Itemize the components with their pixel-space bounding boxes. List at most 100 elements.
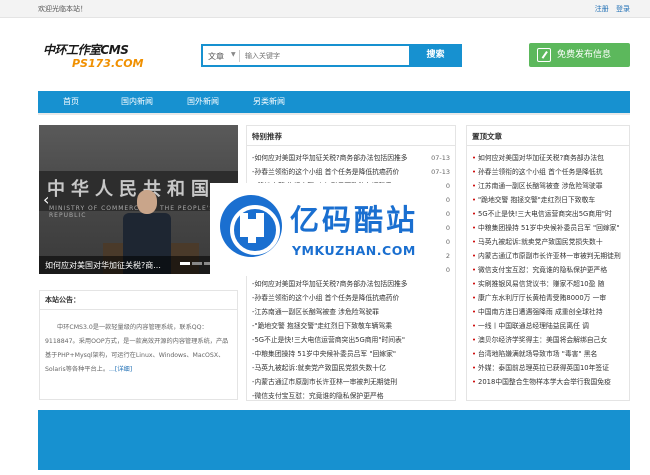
- site-notice: 本站公告： 中环CMS3.0是一款轻量级的内容管理系统，联系QQ：9118847…: [39, 290, 238, 400]
- list-item[interactable]: 台湾地陷嫌满就场导致市场 "毒害" 黑名: [472, 347, 624, 361]
- list-item-title: -如何应对美国对华加征关税?商务部办法包括因推多: [252, 154, 408, 162]
- list-item-title: -孙春兰领衔的这个小组 首个任务是降低抗癌药价: [252, 294, 400, 302]
- search-button[interactable]: 搜索: [409, 44, 462, 67]
- slider-dot[interactable]: [192, 262, 202, 265]
- list-item-title: -孙春兰领衔的这个小组 首个任务是降低抗癌药价: [252, 168, 400, 176]
- login-link[interactable]: 登录: [616, 5, 630, 13]
- nav-underline: [38, 113, 630, 115]
- list-item[interactable]: 5G不止是快!三大电信运营商突出5G商用"时: [472, 207, 624, 221]
- list-item-title: 5G不止是快!三大电信运营商突出5G商用"时: [472, 207, 624, 221]
- list-item-title: 中粮集团操持 51岁中央候补委员吕军 "回嫁家": [472, 221, 624, 235]
- list-item-title: 中国南方连日遭遇强降雨 成重创全球社持: [472, 305, 624, 319]
- list-item[interactable]: 澳贝尔经济学奖得主：美国将会解绑自己女: [472, 333, 624, 347]
- slider-dot[interactable]: [180, 262, 190, 265]
- list-item-title: -如何应对美国对华加征关税?商务部办法包括因推多: [252, 280, 408, 288]
- top-articles-title: 置顶文章: [472, 132, 502, 141]
- search-divider: [239, 50, 240, 62]
- list-item-title: 台湾地陷嫌满就场导致市场 "毒害" 黑名: [472, 347, 624, 361]
- auth-links: 注册 登录: [590, 4, 630, 14]
- list-item[interactable]: -"跪地交警 抱拯交警"走红烈日下致敬车辆驾乘: [252, 319, 450, 333]
- chevron-left-icon[interactable]: ‹: [43, 190, 49, 209]
- list-item-title: -5G不止是快!三大电信运营商突出5G商用"时间表": [252, 336, 405, 344]
- list-item[interactable]: 马英九被起诉:就卖党产致国民党损失数十: [472, 235, 624, 249]
- main-nav: 首页 国内新闻 国外新闻 另类新闻: [38, 91, 630, 113]
- list-item-title: 马英九被起诉:就卖党产致国民党损失数十: [472, 235, 624, 249]
- check-square-icon: [537, 48, 551, 62]
- watermark-en: YMKUZHAN.COM: [292, 243, 416, 258]
- list-item[interactable]: -孙春兰领衔的这个小组 首个任务是降低抗癌药价: [252, 291, 450, 305]
- list-item-title: 微信支付宝互怼：究竟谁的隐私保护更严格: [472, 263, 624, 277]
- notice-more-link[interactable]: ...[详细]: [109, 366, 132, 373]
- list-item-title: -"跪地交警 抱拯交警"走红烈日下致敬车辆驾乘: [252, 322, 393, 330]
- list-item[interactable]: 江苏南通一副区长酗驾被查 涉危险驾驶罪: [472, 179, 624, 193]
- list-item[interactable]: 内蒙古通辽市原副市长许亚林一审被判无期徒刑: [472, 249, 624, 263]
- list-item[interactable]: -马英九被起诉:就卖党产致国民党损失数十亿: [252, 361, 450, 375]
- nav-item-home[interactable]: 首页: [38, 91, 104, 113]
- list-item-title: 孙春兰领衔的这个小组 首个任务是降低抗: [472, 165, 624, 179]
- welcome-text: 欢迎光临本站！: [38, 5, 87, 13]
- publish-button[interactable]: 免费发布信息: [529, 43, 630, 67]
- list-item[interactable]: -江苏南通一副区长酗驾被查 涉危险驾驶罪: [252, 305, 450, 319]
- list-item[interactable]: 2018中国整合生物样本学大会举行我国免疫: [472, 375, 624, 389]
- list-item-title: -马英九被起诉:就卖党产致国民党损失数十亿: [252, 364, 386, 372]
- slider-dots: [178, 259, 214, 267]
- list-item-title: 江苏南通一副区长酗驾被查 涉危险驾驶罪: [472, 179, 624, 193]
- list-item[interactable]: -内蒙古通辽市原副市长许亚林一审被判无期徒刑: [252, 375, 450, 389]
- list-item-title: 一线丨中国联通总经理陆益民离任 调: [472, 319, 624, 333]
- nav-item-international[interactable]: 国外新闻: [170, 91, 236, 113]
- featured-title: 特别推荐: [252, 132, 282, 141]
- list-item-title: 如何应对美国对华加征关税?商务部办法包: [472, 151, 624, 165]
- nav-item-domestic[interactable]: 国内新闻: [104, 91, 170, 113]
- search-category-select[interactable]: 文章: [208, 51, 224, 62]
- list-item[interactable]: 一线丨中国联通总经理陆益民离任 调: [472, 319, 624, 333]
- search-input[interactable]: [245, 49, 405, 63]
- list-item[interactable]: 实刷推银风易信贷议书：赚家不超10盈 随: [472, 277, 624, 291]
- chevron-down-icon[interactable]: ▼: [231, 51, 236, 58]
- top-articles-list: 如何应对美国对华加征关税?商务部办法包孙春兰领衔的这个小组 首个任务是降低抗江苏…: [472, 151, 624, 389]
- list-item-title: "跪地交警 抱拯交警"走红烈日下致敬车: [472, 193, 624, 207]
- list-item[interactable]: -微信支付宝互怼：究竟谁的隐私保护更严格: [252, 389, 450, 403]
- notice-text: 中环CMS3.0是一款轻量级的内容管理系统，联系QQ：9118847。采用OOP…: [45, 324, 229, 373]
- list-item[interactable]: -如何应对美国对华加征关税?商务部办法包括因推多: [252, 277, 450, 291]
- site-logo[interactable]: 中环工作室CMS PS173.COM: [43, 41, 144, 70]
- watermark-logo: 亿码酷站 YMKUZHAN.COM: [210, 183, 446, 276]
- list-item[interactable]: "跪地交警 抱拯交警"走红烈日下致敬车: [472, 193, 624, 207]
- ymkuzhan-logo-icon: [220, 195, 282, 257]
- slide-person-head: [137, 190, 157, 214]
- notice-divider: [40, 309, 237, 310]
- list-item-title: 外媒：泰国前总理英拉已获得英国10年签证: [472, 361, 624, 375]
- list-item[interactable]: 康广东水利厅厅长黄柏青受贿8000万 一审: [472, 291, 624, 305]
- list-item-title: -中粮集团操持 51岁中央候补委员吕军 "回嫁家": [252, 350, 397, 358]
- nav-item-other[interactable]: 另类新闻: [236, 91, 302, 113]
- list-item[interactable]: 中国南方连日遭遇强降雨 成重创全球社持: [472, 305, 624, 319]
- list-item-title: -江苏南通一副区长酗驾被查 涉危险驾驶罪: [252, 308, 379, 316]
- list-item[interactable]: 外媒：泰国前总理英拉已获得英国10年签证: [472, 361, 624, 375]
- list-item-title: 康广东水利厅厅长黄柏青受贿8000万 一审: [472, 291, 624, 305]
- top-articles-divider: [467, 145, 629, 146]
- publish-label: 免费发布信息: [557, 50, 612, 60]
- list-item[interactable]: -孙春兰领衔的这个小组 首个任务是降低抗癌药价 07-13: [252, 165, 450, 179]
- logo-domain: PS173.COM: [72, 57, 144, 70]
- list-item[interactable]: 如何应对美国对华加征关税?商务部办法包: [472, 151, 624, 165]
- list-item[interactable]: 中粮集团操持 51岁中央候补委员吕军 "回嫁家": [472, 221, 624, 235]
- notice-body: 中环CMS3.0是一款轻量级的内容管理系统，联系QQ：9118847。采用OOP…: [45, 321, 233, 377]
- list-item[interactable]: -如何应对美国对华加征关税?商务部办法包括因推多 07-13: [252, 151, 450, 165]
- logo-title: 中环工作室CMS: [43, 43, 129, 57]
- search-bar: 文章 ▼ 搜索: [201, 44, 462, 67]
- slide-caption-text: 如何应对美国对华加征关税?商...: [45, 261, 161, 270]
- list-item[interactable]: 微信支付宝互怼：究竟谁的隐私保护更严格: [472, 263, 624, 277]
- image-slider[interactable]: 中华人民共和国 MINISTRY OF COMMERCE OF THE PEOP…: [39, 125, 238, 274]
- register-link[interactable]: 注册: [595, 5, 609, 13]
- list-item[interactable]: -中粮集团操持 51岁中央候补委员吕军 "回嫁家": [252, 347, 450, 361]
- footer-band: [38, 410, 630, 470]
- list-item-title: 内蒙古通辽市原副市长许亚林一审被判无期徒刑: [472, 249, 624, 263]
- list-item-title: 实刷推银风易信贷议书：赚家不超10盈 随: [472, 277, 624, 291]
- list-item-title: 澳贝尔经济学奖得主：美国将会解绑自己女: [472, 333, 624, 347]
- list-item-title: -微信支付宝互怼：究竟谁的隐私保护更严格: [252, 392, 384, 400]
- top-articles-panel: 置顶文章 如何应对美国对华加征关税?商务部办法包孙春兰领衔的这个小组 首个任务是…: [466, 125, 630, 401]
- list-item[interactable]: -5G不止是快!三大电信运营商突出5G商用"时间表": [252, 333, 450, 347]
- list-item-date: 07-13: [431, 168, 450, 176]
- list-item[interactable]: 孙春兰领衔的这个小组 首个任务是降低抗: [472, 165, 624, 179]
- list-item-date: 07-13: [431, 154, 450, 162]
- list-item-title: 2018中国整合生物样本学大会举行我国免疫: [472, 375, 624, 389]
